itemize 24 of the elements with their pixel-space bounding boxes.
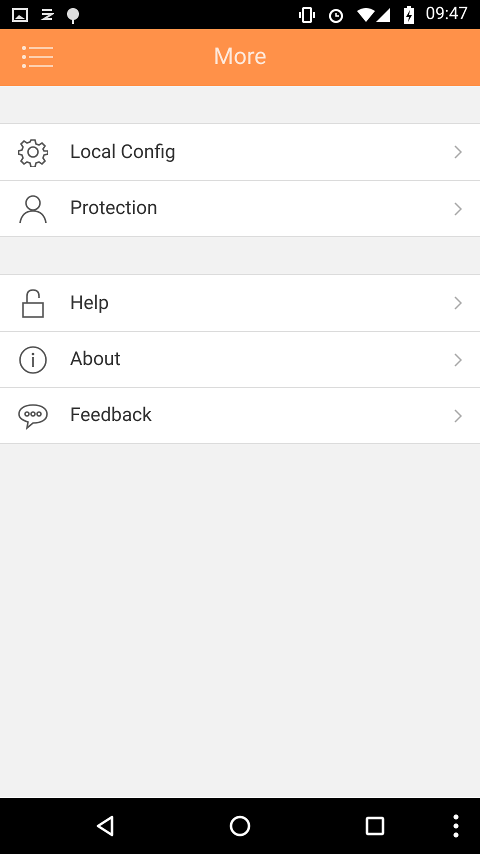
home-button[interactable]	[229, 815, 251, 837]
menu-label: Protection	[70, 195, 158, 222]
chevron-icon	[454, 352, 462, 366]
menu-label: Feedback	[70, 402, 153, 428]
recents-button[interactable]	[365, 816, 385, 836]
person-icon	[18, 194, 48, 224]
menu-label: About	[70, 346, 122, 372]
gear-icon	[18, 137, 48, 167]
signal-icon	[356, 6, 392, 22]
menu-label: Local Config	[70, 138, 177, 165]
alarm-icon	[328, 6, 344, 22]
battery-icon	[404, 6, 414, 24]
chevron-icon	[454, 202, 462, 216]
chevron-icon	[454, 408, 462, 422]
image-icon	[12, 8, 28, 22]
overflow-menu-icon[interactable]	[452, 814, 460, 838]
vibrate-icon	[298, 6, 316, 22]
clock-time: 09:47	[426, 2, 468, 26]
chevron-icon	[454, 296, 462, 310]
menu-label: Help	[70, 290, 110, 316]
back-button[interactable]	[94, 815, 116, 837]
info-icon	[18, 344, 48, 374]
chevron-icon	[454, 145, 462, 159]
screen-title: More	[214, 42, 266, 72]
